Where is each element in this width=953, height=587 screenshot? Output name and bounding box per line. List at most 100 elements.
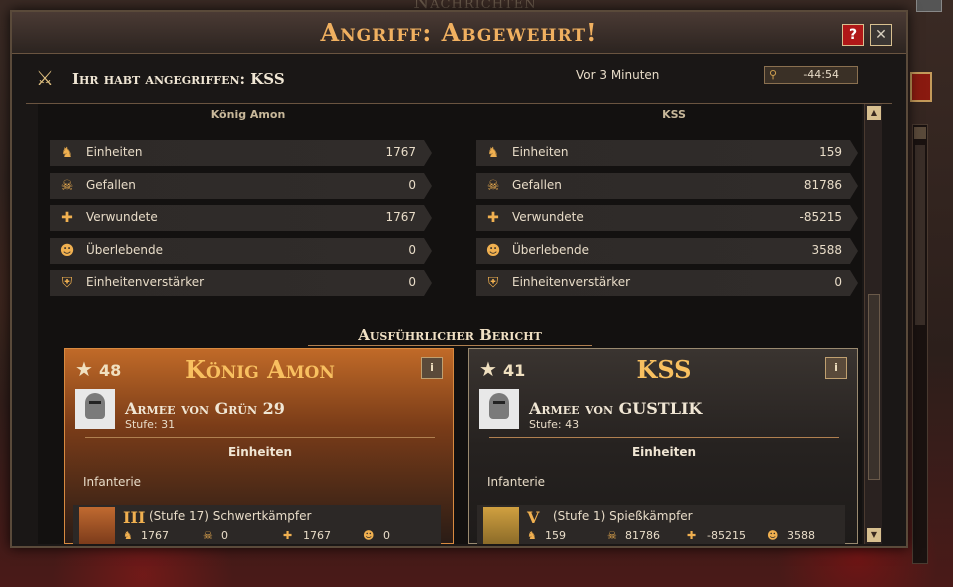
- coordinates-button[interactable]: ⚲ -44:54: [764, 66, 858, 84]
- background-scroll-up-icon[interactable]: [914, 127, 926, 139]
- stat-label: Einheiten: [86, 145, 143, 159]
- report-time: Vor 3 Minuten: [576, 68, 660, 82]
- player-name: König Amon: [185, 355, 335, 384]
- stat-value: -85215: [799, 210, 842, 224]
- stat-label: Einheitenverstärker: [86, 275, 205, 289]
- dialog-title: Angriff: Abgewehrt!: [320, 18, 598, 47]
- left-column-heading: König Amon: [210, 108, 286, 121]
- player-name: KSS: [636, 355, 692, 384]
- info-button[interactable]: i: [825, 357, 847, 379]
- scroll-up-icon[interactable]: ▲: [867, 106, 881, 120]
- stat-value: 1767: [385, 145, 416, 159]
- stat-value: 81786: [803, 177, 842, 192]
- wounded-icon: ✚: [283, 529, 293, 542]
- unit-stat-units: 1767: [141, 529, 169, 542]
- close-button[interactable]: ✕: [870, 24, 892, 46]
- survivor-icon: ☻: [767, 529, 779, 542]
- unit-rank: III: [123, 508, 146, 527]
- stat-row: ☻ Überlebende 3588: [476, 237, 858, 264]
- stat-label: Gefallen: [512, 177, 562, 192]
- section-divider: [308, 345, 592, 346]
- unit-stat-fallen: 81786: [625, 529, 660, 542]
- stat-row: ♞ Einheiten 159: [476, 140, 858, 166]
- unit-stat-wounded: -85215: [707, 529, 746, 542]
- stat-row: ☠ Gefallen 81786: [476, 172, 858, 199]
- left-stat-list: ♞ Einheiten 1767 ☠ Gefallen 0 ✚ Verwunde…: [50, 140, 432, 303]
- background-close-button[interactable]: [916, 0, 942, 12]
- battle-report-dialog: Angriff: Abgewehrt! ? ✕ ⚔ Ihr habt angeg…: [10, 10, 908, 548]
- stat-row: ⛨ Einheitenverstärker 0: [50, 270, 432, 296]
- survivor-icon: ☻: [485, 242, 501, 259]
- unit-stat-units: 159: [545, 529, 566, 542]
- skull-icon: ☠: [60, 177, 74, 194]
- stat-row: ✚ Verwundete -85215: [476, 205, 858, 231]
- attack-summary-text: Ihr habt angegriffen: KSS: [72, 70, 285, 88]
- army-level: Stufe: 43: [529, 418, 580, 431]
- stat-label: Überlebende: [86, 242, 164, 257]
- stat-value: 159: [819, 145, 842, 159]
- unit-row: III (Stufe 17) Schwertkämpfer ♞ 1767 ☠ 0…: [73, 505, 441, 544]
- stat-label: Verwundete: [512, 210, 584, 224]
- stat-value: 0: [408, 275, 416, 289]
- report-subheader: ⚔ Ihr habt angegriffen: KSS Vor 3 Minute…: [26, 56, 892, 104]
- skull-icon: ☠: [607, 529, 617, 542]
- unit-category: Infanterie: [487, 475, 546, 489]
- dialog-titlebar: Angriff: Abgewehrt! ? ✕: [12, 12, 906, 54]
- report-scrollbar[interactable]: ▲ ▼: [864, 104, 882, 544]
- unit-rank: V: [527, 508, 540, 527]
- info-button[interactable]: i: [421, 357, 443, 379]
- unit-row: V (Stufe 1) Spießkämpfer ♞ 159 ☠ 81786 ✚…: [477, 505, 845, 544]
- armor-icon: ⛨: [61, 275, 73, 291]
- scroll-down-icon[interactable]: ▼: [867, 528, 881, 542]
- stat-value: 3588: [811, 242, 842, 257]
- report-content: König Amon KSS ♞ Einheiten 1767 ☠ Gefall…: [38, 104, 862, 544]
- unit-name: (Stufe 1) Spießkämpfer: [553, 509, 693, 523]
- army-name: Armee von GUSTLIK: [529, 399, 703, 418]
- unit-category: Infanterie: [83, 475, 142, 489]
- unit-stat-survivors: 3588: [787, 529, 815, 542]
- wounded-icon: ✚: [487, 210, 499, 226]
- right-stat-list: ♞ Einheiten 159 ☠ Gefallen 81786 ✚ Verwu…: [476, 140, 858, 303]
- stat-row: ✚ Verwundete 1767: [50, 205, 432, 231]
- card-divider: [489, 437, 839, 438]
- army-level: Stufe: 31: [125, 418, 176, 431]
- crossed-swords-icon: ⚔: [36, 66, 54, 90]
- detailed-report-title: Ausführlicher Bericht: [358, 326, 542, 344]
- knight-avatar: [75, 389, 115, 429]
- units-heading: Einheiten: [631, 445, 697, 459]
- background-scrollbar[interactable]: [912, 124, 928, 564]
- knight-avatar: [479, 389, 519, 429]
- coordinates-value: -44:54: [803, 68, 839, 81]
- help-button[interactable]: ?: [842, 24, 864, 46]
- unit-stat-fallen: 0: [221, 529, 228, 542]
- stat-value: 0: [408, 177, 416, 192]
- scroll-thumb[interactable]: [868, 294, 880, 480]
- defender-card: ★ 41 KSS i Armee von GUSTLIK Stufe: 43 E…: [468, 348, 858, 544]
- background-side-button[interactable]: [910, 72, 932, 102]
- stat-label: Überlebende: [512, 242, 590, 257]
- card-divider: [85, 437, 435, 438]
- skull-icon: ☠: [486, 177, 500, 194]
- stat-value: 0: [408, 242, 416, 257]
- units-heading: Einheiten: [227, 445, 293, 459]
- unit-name: (Stufe 17) Schwertkämpfer: [149, 509, 312, 523]
- stat-row: ⛨ Einheitenverstärker 0: [476, 270, 858, 296]
- wounded-icon: ✚: [61, 210, 73, 226]
- unit-stat-survivors: 0: [383, 529, 390, 542]
- units-icon: ♞: [123, 529, 133, 542]
- stat-label: Gefallen: [86, 177, 136, 192]
- unit-portrait: [79, 507, 115, 544]
- right-column-heading: KSS: [662, 108, 686, 121]
- stat-row: ☻ Überlebende 0: [50, 237, 432, 264]
- location-pin-icon: ⚲: [769, 68, 778, 81]
- background-scroll-thumb[interactable]: [915, 145, 925, 325]
- armor-icon: ⛨: [487, 275, 499, 291]
- units-icon: ♞: [527, 529, 537, 542]
- units-icon: ♞: [60, 145, 74, 161]
- survivor-icon: ☻: [363, 529, 375, 542]
- stat-value: 0: [834, 275, 842, 289]
- stat-row: ☠ Gefallen 0: [50, 172, 432, 199]
- unit-stat-wounded: 1767: [303, 529, 331, 542]
- units-icon: ♞: [486, 145, 500, 161]
- stat-value: 1767: [385, 210, 416, 224]
